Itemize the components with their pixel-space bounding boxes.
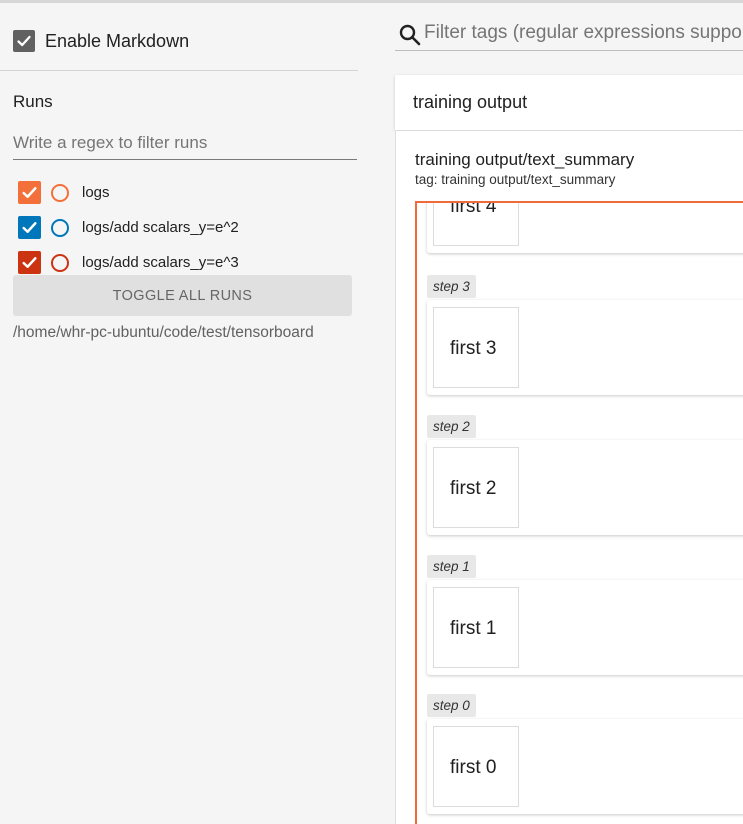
step-text-card: first 0 <box>427 719 743 814</box>
category-pane-header[interactable]: training output <box>395 75 743 130</box>
run-color-radio[interactable] <box>51 218 69 237</box>
step-text-card: first 2 <box>427 440 743 535</box>
check-icon <box>22 257 37 268</box>
text-cell: first 2 <box>433 447 519 528</box>
run-item[interactable]: logs/add scalars_y=e^2 <box>18 210 348 245</box>
run-color-radio[interactable] <box>51 183 69 202</box>
enable-markdown-checkbox[interactable]: Enable Markdown <box>13 29 189 53</box>
runs-title: Runs <box>13 92 53 111</box>
run-filter-field <box>13 129 357 160</box>
step-badge: step 3 <box>427 275 476 298</box>
tag-filter-field <box>395 15 743 51</box>
text-cell-value: first 0 <box>450 757 497 778</box>
step-badge: step 0 <box>427 694 476 717</box>
run-list: logs logs/add scalars_y=e^2 logs/add sca… <box>18 175 348 280</box>
run-item[interactable]: logs <box>18 175 348 210</box>
check-icon <box>22 187 37 198</box>
toggle-all-runs-button[interactable]: TOGGLE ALL RUNS <box>13 275 352 316</box>
text-cell-value: first 3 <box>450 338 497 359</box>
check-icon[interactable] <box>13 30 35 52</box>
category-title: training output <box>413 92 528 112</box>
search-icon <box>399 24 421 46</box>
text-cell: first 0 <box>433 726 519 807</box>
run-label: logs <box>82 184 110 201</box>
run-checkbox[interactable] <box>18 216 41 239</box>
text-cell: first 3 <box>433 307 519 388</box>
text-cell: first 1 <box>433 587 519 668</box>
run-checkbox[interactable] <box>18 181 41 204</box>
step-text-card: first 4 <box>427 201 743 253</box>
text-cell-value: first 2 <box>450 478 497 499</box>
run-checkbox[interactable] <box>18 251 41 274</box>
run-label: logs/add scalars_y=e^2 <box>82 219 239 236</box>
card-tag: tag: training output/text_summary <box>415 172 616 187</box>
step-badge: step 2 <box>427 415 476 438</box>
text-cell: first 4 <box>433 201 519 246</box>
text-cell-value: first 1 <box>450 618 497 639</box>
check-icon <box>22 222 37 233</box>
tag-filter-input[interactable] <box>424 19 743 47</box>
card-title: training output/text_summary <box>415 150 635 169</box>
step-badge: step 1 <box>427 555 476 578</box>
text-scroll-container[interactable]: first 4 step 3 first 3 step 2 first 2 st… <box>415 201 743 824</box>
run-color-radio[interactable] <box>51 253 69 272</box>
run-filter-input[interactable] <box>13 129 357 157</box>
run-label: logs/add scalars_y=e^3 <box>82 254 239 271</box>
text-cell-value: first 4 <box>450 201 497 217</box>
sidebar: Enable Markdown Runs logs logs/add scala… <box>0 3 358 824</box>
step-text-card: first 1 <box>427 580 743 675</box>
enable-markdown-label: Enable Markdown <box>45 30 190 51</box>
sidebar-divider <box>0 70 358 71</box>
step-text-card: first 3 <box>427 300 743 395</box>
text-summary-card: training output/text_summary tag: traini… <box>395 131 743 824</box>
logdir-path: /home/whr-pc-ubuntu/code/test/tensorboar… <box>13 324 314 341</box>
